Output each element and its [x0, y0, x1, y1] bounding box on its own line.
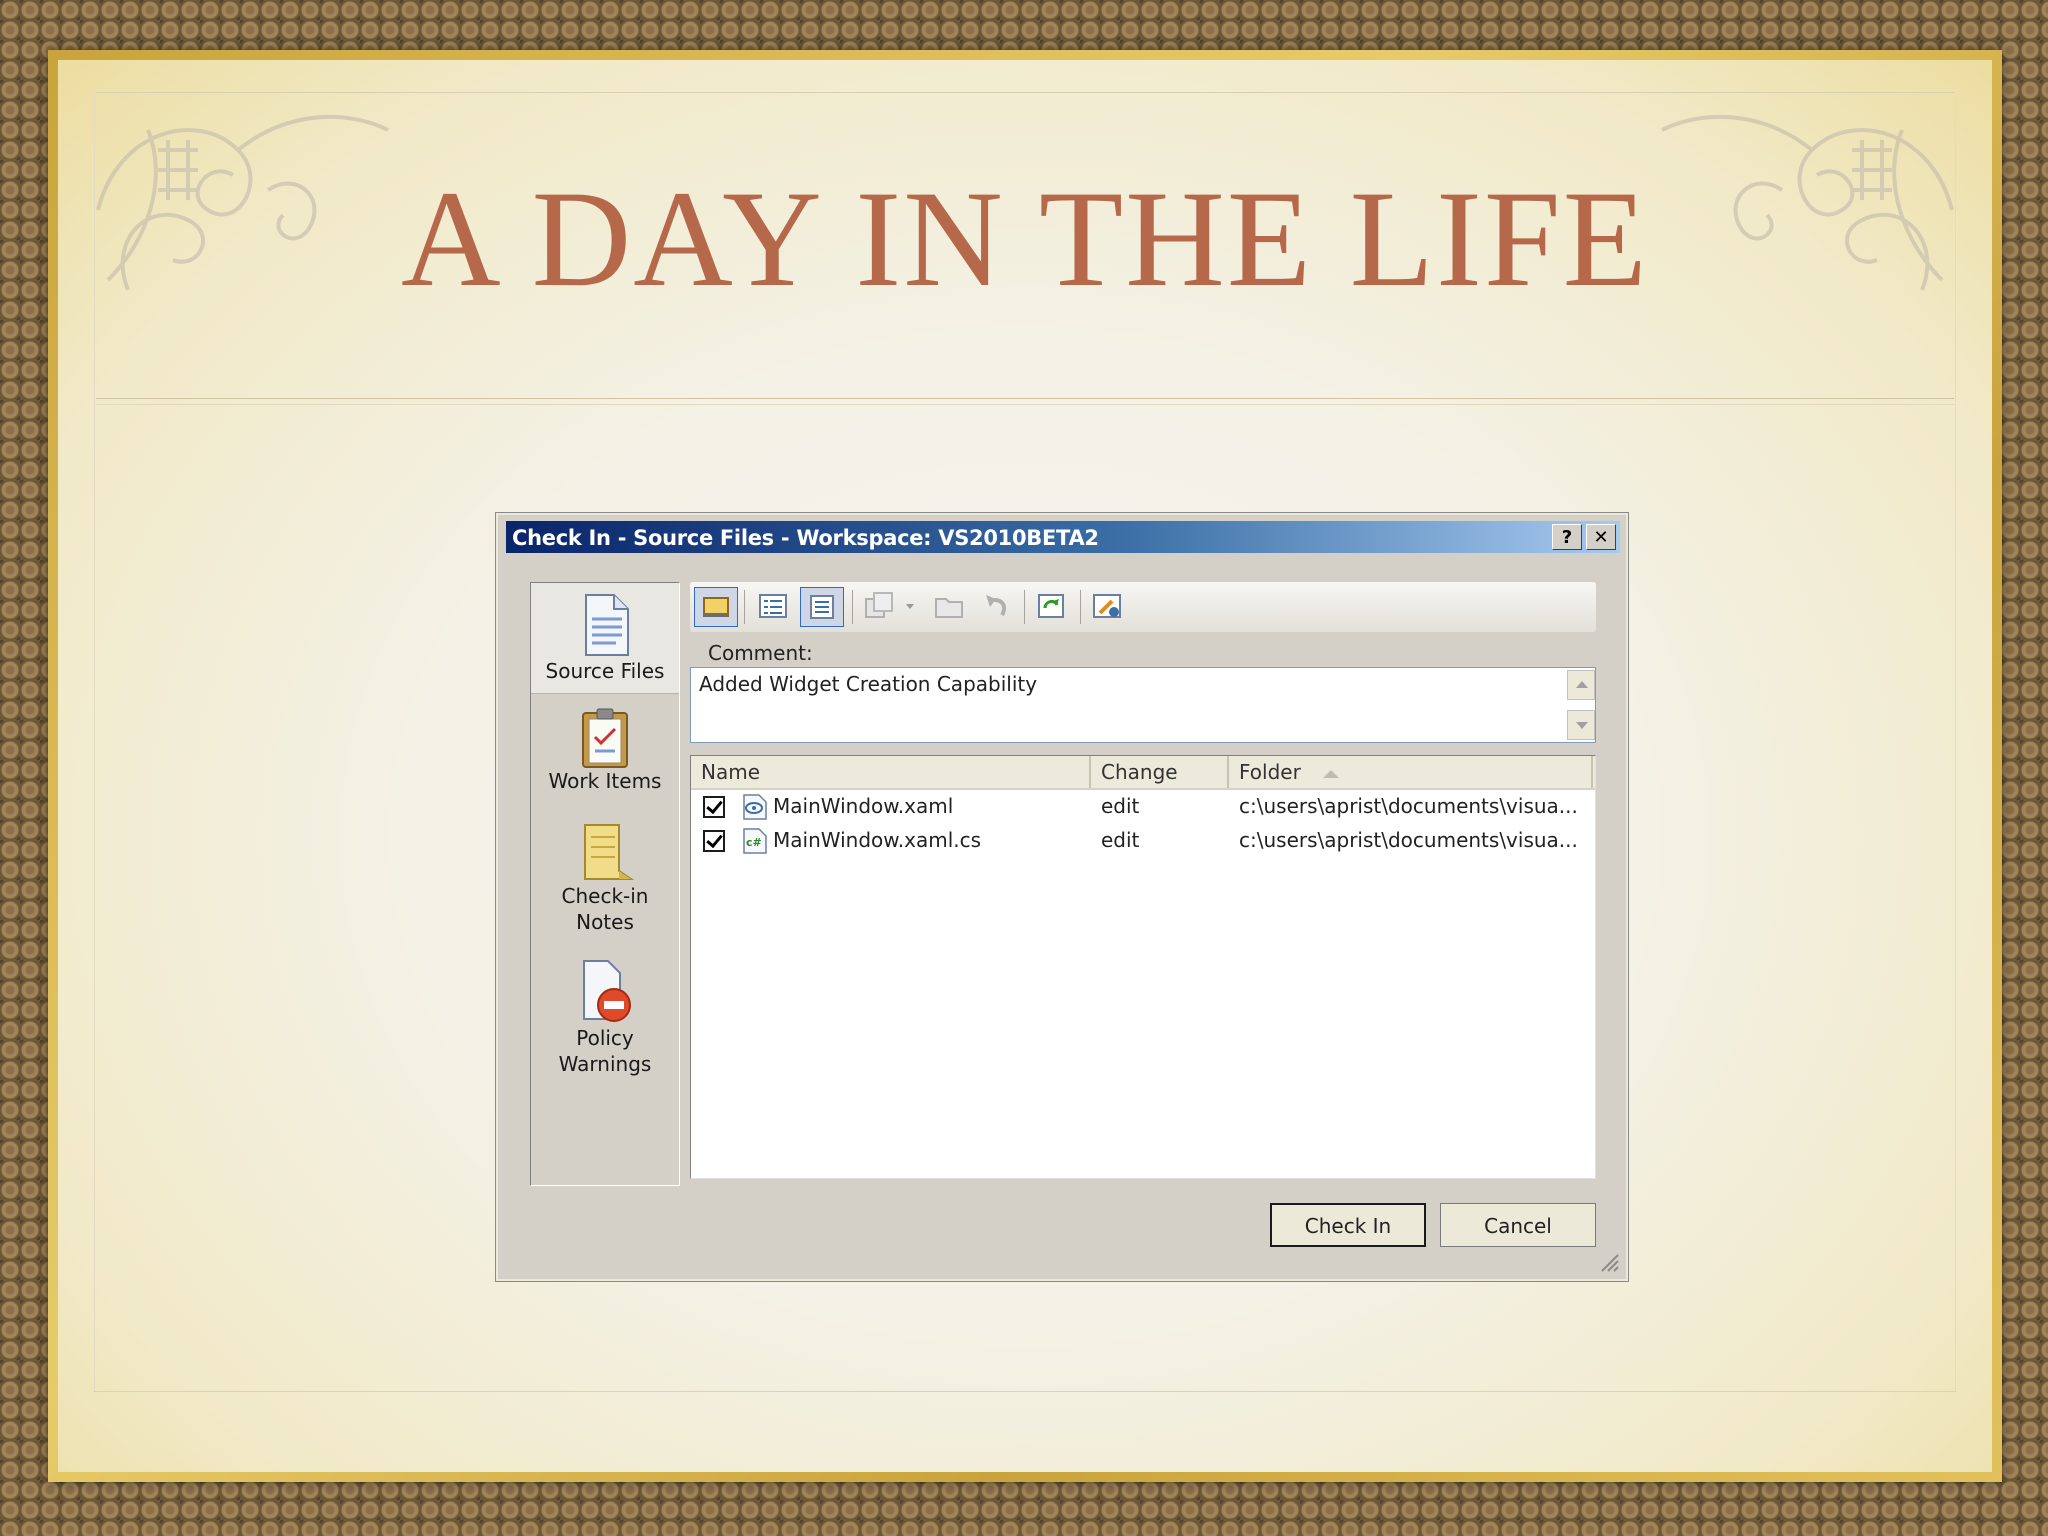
nav-label: Work Items [548, 769, 662, 793]
compare-button[interactable] [858, 587, 928, 627]
dialog-toolbar [690, 582, 1596, 632]
channel-nav: Source Files Work Items Check-in Notes P… [530, 582, 680, 1186]
check-in-dialog: Check In - Source Files - Workspace: VS2… [495, 512, 1629, 1282]
undo-button[interactable] [974, 587, 1018, 627]
title-divider [96, 398, 1954, 399]
table-row[interactable]: c# MainWindow.xaml.cs edit c:\users\apri… [691, 824, 1595, 858]
undo-icon [986, 595, 1007, 617]
close-button[interactable]: ✕ [1586, 524, 1616, 550]
pending-changes-list: Name Change Folder MainWindow.xaml edit … [690, 755, 1596, 1179]
column-header-change[interactable]: Change [1091, 756, 1229, 788]
resize-grip-icon[interactable] [1596, 1249, 1620, 1273]
toolbar-separator [744, 590, 745, 624]
title-divider-secondary [96, 404, 1954, 405]
file-name: MainWindow.xaml [773, 794, 954, 818]
dialog-title: Check In - Source Files - Workspace: VS2… [512, 526, 1099, 550]
list-view-button[interactable] [752, 587, 796, 627]
cancel-button[interactable]: Cancel [1440, 1203, 1596, 1247]
dialog-titlebar[interactable]: Check In - Source Files - Workspace: VS2… [506, 521, 1620, 553]
comment-input[interactable]: Added Widget Creation Capability [690, 667, 1596, 743]
evaluate-policy-icon [1093, 594, 1121, 618]
nav-item-policy-warnings[interactable]: Policy Warnings [531, 959, 679, 1077]
nav-label: Check-in Notes [561, 884, 649, 934]
view-toggle-button[interactable] [694, 587, 738, 627]
list-header: Name Change Folder [691, 756, 1595, 790]
compare-icon [865, 592, 914, 618]
file-checkbox[interactable] [703, 830, 725, 852]
details-list-icon [759, 594, 787, 618]
sort-ascending-icon [1322, 769, 1339, 778]
policy-warning-icon [583, 960, 631, 1022]
help-button[interactable]: ? [1552, 524, 1582, 550]
file-name: MainWindow.xaml.cs [773, 828, 982, 852]
refresh-icon [1038, 594, 1064, 618]
policy-button[interactable] [1086, 587, 1130, 627]
scroll-up-button[interactable] [1567, 670, 1595, 700]
folder-view-icon [703, 597, 729, 617]
column-folder-label: Folder [1239, 760, 1301, 784]
document-icon [585, 594, 629, 656]
comment-text: Added Widget Creation Capability [699, 672, 1038, 696]
xaml-file-icon [743, 794, 767, 820]
file-folder: c:\users\aprist\documents\visua... [1239, 794, 1578, 818]
scroll-down-button[interactable] [1567, 710, 1595, 740]
nav-label: Policy Warnings [558, 1026, 652, 1076]
flat-view-button[interactable] [800, 587, 844, 627]
open-button[interactable] [928, 587, 972, 627]
toolbar-separator [852, 590, 853, 624]
rule-bottom [94, 1391, 1956, 1392]
column-name-label: Name [701, 760, 761, 784]
column-header-name[interactable]: Name [691, 756, 1091, 788]
file-change: edit [1101, 828, 1140, 852]
toolbar-separator [1024, 590, 1025, 624]
check-in-button[interactable]: Check In [1270, 1203, 1426, 1247]
slide-title: A DAY IN THE LIFE [401, 162, 1649, 315]
file-folder: c:\users\aprist\documents\visua... [1239, 828, 1578, 852]
nav-label: Source Files [545, 659, 665, 683]
svg-text:c#: c# [746, 836, 762, 849]
comment-label: Comment: [708, 641, 813, 665]
nav-item-source-files[interactable]: Source Files [531, 583, 679, 694]
notes-icon [584, 824, 635, 880]
refresh-button[interactable] [1030, 587, 1074, 627]
nav-item-check-in-notes[interactable]: Check-in Notes [531, 821, 679, 935]
column-header-folder[interactable]: Folder [1229, 756, 1593, 788]
file-change: edit [1101, 794, 1140, 818]
clipboard-icon [582, 708, 628, 768]
toolbar-separator [1080, 590, 1081, 624]
csharp-file-icon: c# [743, 828, 767, 854]
table-row[interactable]: MainWindow.xaml edit c:\users\aprist\doc… [691, 790, 1595, 824]
flat-list-icon [810, 595, 834, 619]
column-change-label: Change [1101, 760, 1178, 784]
file-checkbox[interactable] [703, 796, 725, 818]
nav-item-work-items[interactable]: Work Items [531, 707, 679, 794]
open-folder-icon [935, 598, 963, 618]
